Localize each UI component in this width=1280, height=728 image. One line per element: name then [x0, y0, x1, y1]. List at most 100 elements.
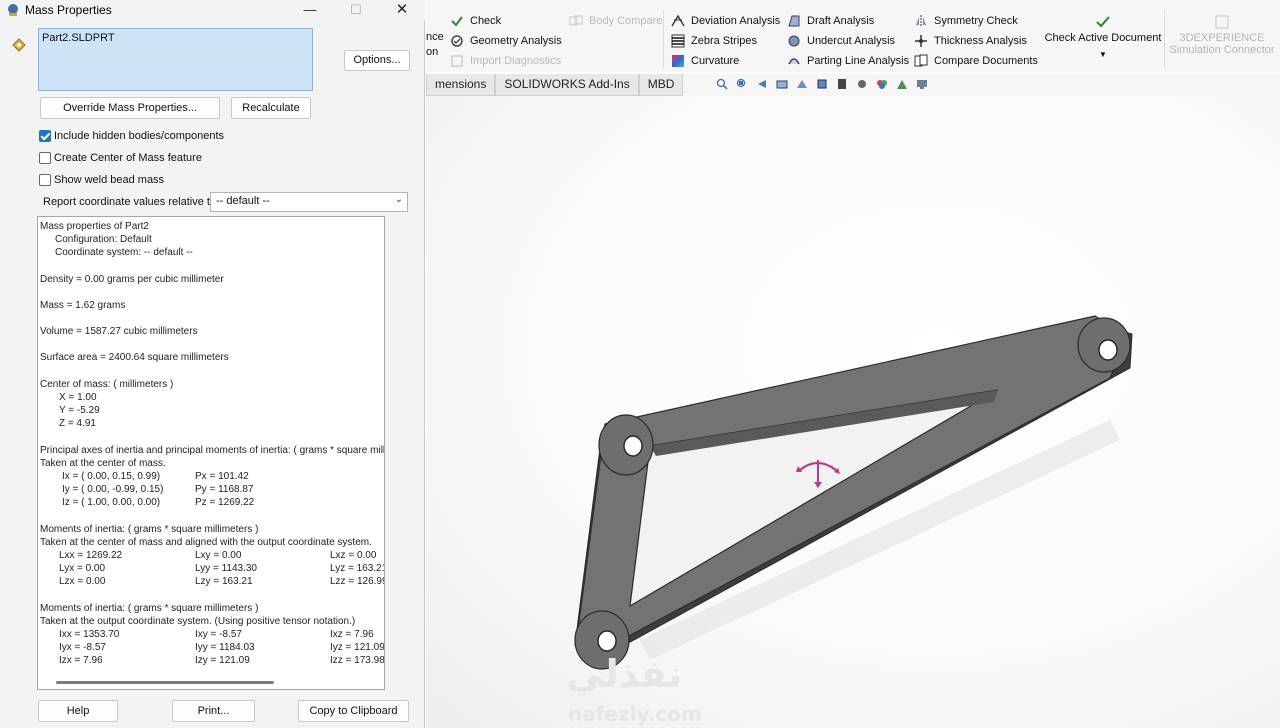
moi2-cell: Izx = 7.96 [59, 655, 103, 666]
compare-documents-button[interactable]: Compare Documents [914, 54, 1038, 68]
edit-appearance-icon[interactable] [876, 78, 888, 90]
check-button[interactable]: Check [450, 14, 501, 28]
checkbox-label: Show weld bead mass [54, 174, 165, 186]
help-button[interactable]: Help [38, 700, 118, 722]
part-model[interactable] [426, 96, 1280, 728]
draft-analysis-button[interactable]: Draft Analysis [787, 14, 874, 28]
3dexperience-simulation-connector-button[interactable]: 3DEXPERIENCE Simulation Connector [1168, 14, 1276, 68]
deviation-analysis-icon [671, 14, 685, 27]
moi1-cell: Lxx = 1269.22 [59, 550, 123, 561]
undercut-analysis-button[interactable]: Undercut Analysis [787, 34, 895, 48]
check-icon [451, 16, 463, 27]
tab-mbd[interactable]: MBD [638, 74, 684, 96]
geometry-analysis-button[interactable]: Geometry Analysis [450, 34, 562, 48]
moi1-cell: Lyz = 163.21 [330, 563, 385, 574]
part-selection-icon [12, 38, 26, 52]
import-diagnostics-icon [451, 55, 463, 67]
results-com-y: Y = -5.29 [59, 405, 100, 416]
check-label: Check [470, 15, 502, 27]
coordinate-system-dropdown[interactable]: -- default -- ⌄ [210, 192, 408, 212]
3dexperience-label: 3DEXPERIENCE [1179, 32, 1265, 44]
minimize-button[interactable]: — [287, 0, 333, 20]
close-button[interactable]: ✕ [379, 0, 425, 20]
selected-items-list[interactable]: Part2.SLDPRT [38, 28, 313, 91]
center-of-mass-triad-icon [796, 460, 840, 488]
mass-properties-results[interactable]: Mass properties of Part2 Configuration: … [37, 216, 385, 690]
compare-documents-label: Compare Documents [934, 55, 1038, 67]
options-button[interactable]: Options... [344, 50, 410, 71]
draft-analysis-label: Draft Analysis [807, 15, 875, 27]
create-center-of-mass-checkbox[interactable]: Create Center of Mass feature [39, 151, 202, 165]
moi2-cell: Izz = 173.98 [330, 655, 385, 666]
results-com-title: Center of mass: ( millimeters ) [40, 379, 174, 390]
moi2-cell: Ixz = 7.96 [330, 629, 374, 640]
recalculate-button[interactable]: Recalculate [231, 97, 311, 119]
apply-scene-icon[interactable] [896, 78, 908, 90]
copy-to-clipboard-button[interactable]: Copy to Clipboard [298, 700, 409, 722]
section-view-icon[interactable] [776, 78, 788, 90]
view-orientation-icon[interactable] [816, 78, 828, 90]
checkbox-label: Include hidden bodies/components [54, 130, 225, 142]
mass-properties-icon [8, 4, 18, 16]
simulation-connector-label: Simulation Connector [1169, 44, 1275, 56]
principal-axis-iy: Iy = ( 0.00, -0.99, 0.15) [62, 484, 164, 495]
check-active-document-button[interactable]: Check Active Document ▼ [1042, 14, 1164, 68]
moi2-cell: Ixx = 1353.70 [59, 629, 120, 640]
show-weld-bead-mass-checkbox[interactable]: Show weld bead mass [39, 173, 164, 187]
parting-line-analysis-button[interactable]: Parting Line Analysis [787, 54, 909, 68]
maximize-button[interactable]: ☐ [333, 0, 379, 20]
override-mass-properties-button[interactable]: Override Mass Properties... [40, 97, 220, 119]
zoom-to-fit-icon[interactable] [716, 78, 728, 90]
tab-dimensions[interactable]: mensions [426, 74, 496, 96]
deviation-analysis-label: Deviation Analysis [691, 15, 781, 27]
chevron-down-icon: ⌄ [394, 194, 403, 205]
symmetry-check-button[interactable]: Symmetry Check [914, 14, 1018, 28]
zoom-to-area-icon[interactable] [736, 78, 748, 90]
include-hidden-bodies-checkbox[interactable]: Include hidden bodies/components [39, 129, 224, 143]
horizontal-scrollbar[interactable] [56, 681, 274, 684]
import-diagnostics-button[interactable]: Import Diagnostics [450, 54, 561, 68]
moi1-cell: Lyx = 0.00 [59, 563, 106, 574]
import-diagnostics-label: Import Diagnostics [470, 55, 562, 67]
moi1-cell: Lzy = 163.21 [195, 576, 253, 587]
mass-properties-dialog: Mass Properties — ☐ ✕ Part2.SLDPRT Optio… [0, 0, 425, 728]
watermark-arabic: نفذلي [566, 652, 683, 696]
thickness-analysis-button[interactable]: Thickness Analysis [914, 34, 1027, 48]
results-moi1-title: Moments of inertia: ( grams * square mil… [40, 524, 259, 535]
checkbox-checked[interactable] [39, 130, 51, 142]
undercut-analysis-label: Undercut Analysis [807, 35, 896, 47]
results-moi2-title: Moments of inertia: ( grams * square mil… [40, 603, 259, 614]
curvature-label: Curvature [691, 55, 740, 67]
ribbon-separator [1164, 10, 1165, 68]
results-surface-area: Surface area = 2400.64 square millimeter… [40, 352, 229, 363]
curvature-button[interactable]: Curvature [671, 54, 739, 68]
results-com-x: X = 1.00 [59, 392, 97, 403]
results-moi2-sub: Taken at the output coordinate system. (… [40, 616, 356, 627]
geometry-analysis-label: Geometry Analysis [470, 35, 562, 47]
undercut-analysis-icon [788, 35, 800, 47]
tab-solidworks-addins[interactable]: SOLIDWORKS Add-Ins [495, 74, 639, 96]
moi1-cell: Lzz = 126.99 [330, 576, 385, 587]
results-moi1-sub: Taken at the center of mass and aligned … [40, 537, 372, 548]
dynamic-annotation-icon[interactable] [796, 78, 808, 90]
checkbox-unchecked[interactable] [39, 174, 51, 186]
print-button[interactable]: Print... [172, 700, 255, 722]
hide-show-items-icon[interactable] [856, 78, 868, 90]
checkbox-unchecked[interactable] [39, 152, 51, 164]
dialog-titlebar[interactable]: Mass Properties — ☐ ✕ [0, 0, 425, 20]
deviation-analysis-button[interactable]: Deviation Analysis [671, 14, 780, 28]
parting-line-analysis-label: Parting Line Analysis [807, 55, 910, 67]
view-settings-icon[interactable] [916, 78, 928, 90]
graphics-viewport[interactable]: نفذلي nafezly.com [426, 96, 1280, 728]
moi1-cell: Lyy = 1143.30 [195, 563, 257, 574]
display-style-icon[interactable] [836, 78, 848, 90]
compare-documents-icon [914, 54, 928, 67]
previous-view-icon[interactable] [756, 78, 768, 90]
body-compare-button[interactable]: Body Compare [569, 14, 662, 28]
moi2-cell: Iyy = 1184.03 [195, 642, 255, 653]
zebra-stripes-button[interactable]: Zebra Stripes [671, 34, 757, 48]
results-density: Density = 0.00 grams per cubic millimete… [40, 274, 224, 285]
results-coord-system: Coordinate system: -- default -- [55, 247, 193, 258]
results-configuration: Configuration: Default [55, 234, 152, 245]
selected-part-item[interactable]: Part2.SLDPRT [42, 32, 115, 44]
